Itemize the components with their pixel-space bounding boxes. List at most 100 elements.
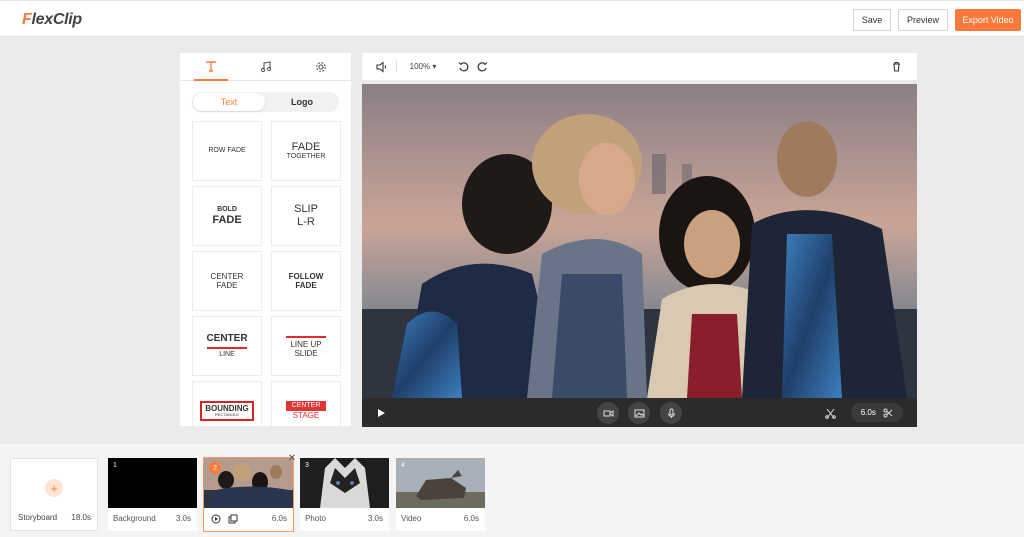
video-camera-icon <box>603 409 613 417</box>
play-circle-icon <box>211 514 221 524</box>
tab-settings[interactable] <box>304 53 338 81</box>
bounding-box: BOUNDING RECTANGLE <box>200 401 254 421</box>
tab-text[interactable] <box>194 53 228 81</box>
template-sublabel: LINE <box>219 350 235 358</box>
red-underline <box>207 346 247 349</box>
divider <box>396 60 397 72</box>
template-sublabel: FADE <box>295 281 317 290</box>
add-video-button[interactable] <box>597 402 619 424</box>
music-icon <box>260 61 272 73</box>
text-icon <box>206 61 216 72</box>
clip-play-button[interactable] <box>210 513 222 525</box>
template-center-line[interactable]: CENTER LINE <box>192 316 262 376</box>
clip-duration-label: 3.0s <box>175 514 191 523</box>
video-frame <box>362 84 917 398</box>
close-icon[interactable]: ✕ <box>286 452 298 464</box>
clip-number: 4 <box>401 462 405 469</box>
template-label: FADE <box>291 140 321 153</box>
template-label: CENTER <box>210 271 244 281</box>
clip-number-badge: 2 <box>209 462 221 474</box>
template-center-stage[interactable]: CENTER STAGE <box>271 381 341 426</box>
clip-duration-label: 6.0s <box>463 514 479 523</box>
template-sublabel: TOGETHER <box>286 153 326 161</box>
segment-logo[interactable]: Logo <box>266 93 338 111</box>
wolf-thumbnail <box>396 458 485 508</box>
template-sublabel: FADE <box>212 213 242 226</box>
zoom-select[interactable]: 100% ▾ <box>406 53 440 80</box>
template-follow-fade[interactable]: FOLLOW FADE <box>271 251 341 311</box>
app-logo[interactable]: FlexClip <box>22 11 82 29</box>
template-label: LINE UP <box>290 339 322 349</box>
husky-thumbnail <box>300 458 389 508</box>
preview-button[interactable]: Preview <box>898 9 948 31</box>
panel-tabs <box>180 53 351 81</box>
clip-number: 1 <box>113 462 117 469</box>
template-center-fade[interactable]: CENTER FADE <box>192 251 262 311</box>
delete-button[interactable] <box>887 53 905 80</box>
trash-icon <box>892 61 900 72</box>
template-sublabel: SLIDE <box>294 349 318 358</box>
image-icon <box>634 409 644 417</box>
template-bold-fade[interactable]: BOLD FADE <box>192 186 262 246</box>
template-sublabel: STAGE <box>292 411 320 421</box>
duration-value: 6.0s <box>860 408 876 417</box>
scene-clip-1[interactable]: 1 Background 3.0s <box>108 458 197 531</box>
add-photo-button[interactable] <box>628 402 650 424</box>
storyboard-label: Storyboard <box>18 513 58 522</box>
scissors-icon <box>883 408 893 417</box>
clip-thumbnail <box>108 458 197 508</box>
redo-button[interactable] <box>473 53 491 80</box>
scene-clip-4[interactable]: 4 Video 6.0s <box>396 458 485 531</box>
template-label: FOLLOW <box>288 271 324 281</box>
voiceover-button[interactable] <box>660 402 682 424</box>
scene-clip-3[interactable]: 3 Photo 3.0s <box>300 458 389 531</box>
template-slip-lr[interactable]: SLIP L-R <box>271 186 341 246</box>
template-label: CENTER <box>206 333 248 345</box>
text-logo-toggle: Text Logo <box>192 92 339 112</box>
template-label: SLIP <box>294 203 318 216</box>
tab-music[interactable] <box>249 53 283 81</box>
clip-number: 3 <box>305 462 309 469</box>
clip-duration[interactable]: 6.0s <box>851 403 903 422</box>
template-label: BOLD <box>217 205 237 213</box>
plus-icon: + <box>45 479 63 497</box>
microphone-icon <box>667 408 675 418</box>
split-button[interactable] <box>819 402 841 424</box>
clip-duration-label: 3.0s <box>367 514 383 523</box>
volume-button[interactable] <box>372 53 392 80</box>
clip-label: Background <box>113 514 156 523</box>
segment-text[interactable]: Text <box>193 93 265 111</box>
scene-clip-2[interactable]: 2 6.0s <box>203 457 294 532</box>
export-video-button[interactable]: Export Video <box>955 9 1021 31</box>
template-row-fade[interactable]: ROW FADE <box>192 121 262 181</box>
template-label: ROW FADE <box>208 146 246 154</box>
preview-toolbar: 100% ▾ <box>362 53 917 80</box>
video-preview[interactable]: 6.0s <box>362 84 917 427</box>
play-button[interactable] <box>370 402 392 424</box>
template-fade-together[interactable]: FADE TOGETHER <box>271 121 341 181</box>
undo-icon <box>458 62 468 72</box>
template-bounding[interactable]: BOUNDING RECTANGLE <box>192 381 262 426</box>
clip-label: Video <box>401 514 422 523</box>
logo-text: lexClip <box>31 11 82 28</box>
red-overline <box>286 335 326 338</box>
text-templates-panel: Text Logo ROW FADE FADE TOGETHER BOLD FA… <box>180 53 351 426</box>
clip-duration-label: 6.0s <box>271 514 287 523</box>
template-line-up-slide[interactable]: LINE UP SLIDE <box>271 316 341 376</box>
play-icon <box>378 409 385 417</box>
speaker-icon <box>376 60 387 73</box>
clip-thumbnail <box>396 458 485 508</box>
storyboard-total: 18.0s <box>71 513 91 522</box>
save-button[interactable]: Save <box>853 9 891 31</box>
template-sublabel: RECTANGLE <box>214 412 240 418</box>
playback-controls: 6.0s <box>362 398 917 427</box>
redo-icon <box>477 62 487 72</box>
clip-thumbnail <box>300 458 389 508</box>
duplicate-icon <box>228 514 238 524</box>
split-icon <box>824 408 836 419</box>
clip-duplicate-button[interactable] <box>227 513 239 525</box>
storyboard-add[interactable]: + Storyboard 18.0s <box>10 458 98 531</box>
clip-label: Photo <box>305 514 326 523</box>
template-label: CENTER <box>285 401 327 412</box>
undo-button[interactable] <box>454 53 472 80</box>
